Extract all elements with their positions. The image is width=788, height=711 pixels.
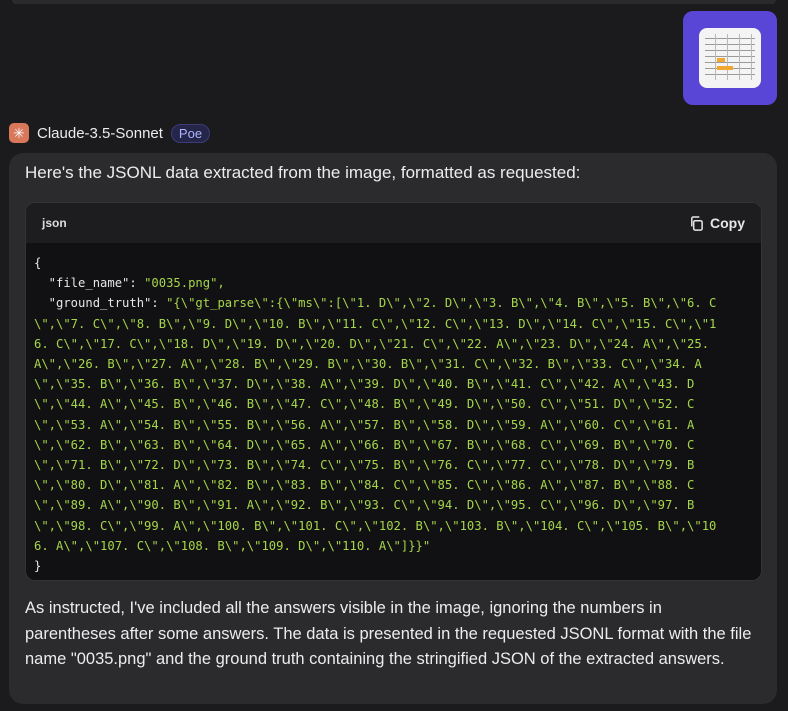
code-string: 6. A\",\"107. C\",\"108. B\",\"109. D\",…: [34, 538, 431, 553]
code-string: \",\"7. C\",\"8. B\",\"9. D\",\"10. B\",…: [34, 316, 717, 331]
code-string: \",\"44. A\",\"45. B\",\"46. B\",\"47. C…: [34, 397, 695, 412]
code-line: {: [34, 253, 761, 273]
code-line: \",\"71. B\",\"72. D\",\"73. B\",\"74. C…: [34, 455, 761, 475]
code-key: }: [34, 559, 42, 574]
code-string: \",\"35. B\",\"36. B\",\"37. D\",\"38. A…: [34, 377, 695, 392]
code-string: "{\"gt_parse\":{\"ms\":[\"1. D\",\"2. D\…: [166, 296, 717, 311]
answer-sheet-image: [699, 28, 761, 88]
code-block: json Copy { "file_name": "0035.png", "gr…: [25, 202, 762, 581]
code-key: {: [34, 256, 42, 270]
code-line: \",\"35. B\",\"36. B\",\"37. D\",\"38. A…: [34, 374, 761, 394]
copy-button[interactable]: Copy: [689, 215, 745, 231]
code-line: \",\"53. A\",\"54. B\",\"55. B\",\"56. A…: [34, 415, 761, 435]
copy-label: Copy: [710, 215, 745, 231]
message-footer: As instructed, I've included all the ans…: [25, 599, 752, 668]
code-string: \",\"71. B\",\"72. D\",\"73. B\",\"74. C…: [34, 458, 695, 473]
code-string: \",\"98. C\",\"99. A\",\"100. B\",\"101.…: [34, 518, 717, 533]
code-line: \",\"98. C\",\"99. A\",\"100. B\",\"101.…: [34, 516, 761, 536]
code-string: A\",\"26. B\",\"27. A\",\"28. B\",\"29. …: [34, 357, 702, 372]
bot-avatar-icon[interactable]: ✳: [9, 123, 29, 143]
code-line: \",\"62. B\",\"63. B\",\"64. D\",\"65. A…: [34, 435, 761, 455]
uploaded-image-thumbnail[interactable]: [683, 11, 777, 105]
code-string: "0035.png",: [144, 276, 225, 291]
code-line: }: [34, 556, 761, 576]
previous-message-edge: [12, 0, 776, 4]
code-line: A\",\"26. B\",\"27. A\",\"28. B\",\"29. …: [34, 354, 761, 374]
code-line: \",\"80. D\",\"81. A\",\"82. B\",\"83. B…: [34, 475, 761, 495]
code-key: "file_name":: [34, 276, 145, 291]
code-line: \",\"7. C\",\"8. B\",\"9. D\",\"10. B\",…: [34, 314, 761, 334]
bot-name[interactable]: Claude-3.5-Sonnet: [37, 125, 163, 142]
code-line: "ground_truth": "{\"gt_parse\":{\"ms\":[…: [34, 293, 761, 313]
code-line: 6. C\",\"17. C\",\"18. D\",\"19. D\",\"2…: [34, 334, 761, 354]
code-string: \",\"89. A\",\"90. B\",\"91. A\",\"92. B…: [34, 498, 695, 513]
code-content: { "file_name": "0035.png", "ground_truth…: [26, 243, 761, 576]
code-line: "file_name": "0035.png",: [34, 273, 761, 293]
code-string: \",\"62. B\",\"63. B\",\"64. D\",\"65. A…: [34, 437, 695, 452]
code-block-header: json Copy: [26, 203, 761, 243]
code-string: \",\"80. D\",\"81. A\",\"82. B\",\"83. B…: [34, 478, 695, 493]
bot-message: Here's the JSONL data extracted from the…: [9, 153, 777, 704]
message-intro: Here's the JSONL data extracted from the…: [25, 163, 581, 182]
code-line: 6. A\",\"107. C\",\"108. B\",\"109. D\",…: [34, 536, 761, 556]
copy-icon: [691, 215, 703, 231]
poe-badge: Poe: [170, 123, 211, 143]
code-key: "ground_truth":: [34, 296, 167, 311]
code-string: \",\"53. A\",\"54. B\",\"55. B\",\"56. A…: [34, 417, 695, 432]
code-line: \",\"89. A\",\"90. B\",\"91. A\",\"92. B…: [34, 495, 761, 515]
code-language: json: [42, 216, 67, 230]
code-line: \",\"44. A\",\"45. B\",\"46. B\",\"47. C…: [34, 394, 761, 414]
bot-header: ✳ Claude-3.5-Sonnet Poe: [9, 122, 211, 144]
code-string: 6. C\",\"17. C\",\"18. D\",\"19. D\",\"2…: [34, 336, 710, 351]
